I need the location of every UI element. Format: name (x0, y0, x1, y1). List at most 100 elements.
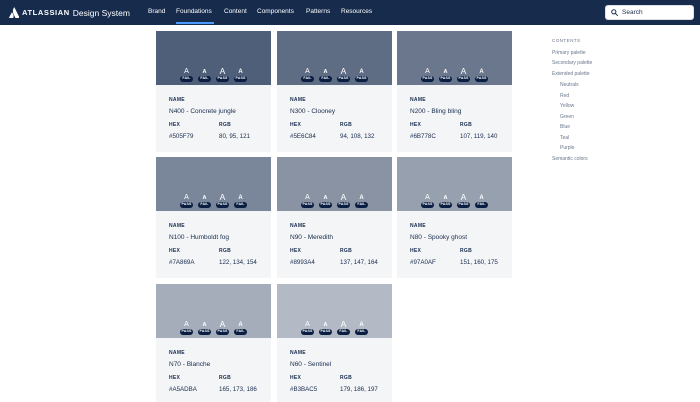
rgb-value: 151, 160, 175 (460, 259, 498, 266)
contrast-badge: PASS (318, 202, 333, 208)
color-card[interactable]: A PASS A PASS A PASS A PASS NAME N200 - Bling bli… (397, 31, 512, 152)
contrast-badge: FAIL (319, 76, 332, 82)
name-label: NAME (169, 223, 185, 229)
contrast-sample: A PASS (215, 193, 231, 208)
contrast-sample: A PASS (438, 67, 454, 82)
contrast-glyph: A (340, 318, 347, 329)
rgb-value: 94, 108, 132 (340, 133, 375, 140)
hex-label: HEX (169, 122, 181, 128)
contrast-sample: A PASS (300, 193, 316, 208)
color-swatch: A PASS A PASS A PASS A FAIL (277, 157, 392, 211)
rgb-value: 107, 119, 140 (460, 133, 498, 140)
contrast-glyph: A (305, 321, 310, 329)
color-card[interactable]: A PASS A PASS A PASS A FAIL NAME N90 - Meredith HE… (277, 157, 392, 278)
contrast-badge: PASS (215, 202, 230, 208)
contrast-sample: A PASS (354, 67, 370, 82)
color-swatch: A FAIL A FAIL A PASS A PASS (156, 31, 271, 85)
color-card[interactable]: A PASS A FAIL A PASS A FAIL NAME N100 - Humboldt … (156, 157, 271, 278)
contrast-badge: FAIL (234, 329, 247, 335)
toc-item-teal[interactable]: Teal (560, 135, 569, 141)
toc-item-purple[interactable]: Purple (560, 145, 574, 151)
toc-item-green[interactable]: Green (560, 114, 574, 120)
nav-item-components[interactable]: Components (257, 8, 294, 15)
contrast-samples: A PASS A PASS A PASS A FAIL (277, 193, 392, 208)
nav-item-foundations[interactable]: Foundations (176, 8, 212, 15)
rgb-label: RGB (219, 122, 232, 128)
contrast-glyph: A (479, 69, 484, 76)
contrast-sample: A PASS (318, 320, 334, 335)
name-label: NAME (169, 350, 185, 356)
toc-heading: CONTENTS (552, 38, 581, 43)
contrast-sample: A PASS (179, 193, 195, 208)
rgb-label: RGB (219, 375, 232, 381)
contrast-badge: PASS (300, 329, 315, 335)
name-label: NAME (410, 223, 426, 229)
contrast-samples: A PASS A PASS A FAIL A FAIL (277, 320, 392, 335)
contrast-glyph: A (359, 69, 364, 76)
color-card[interactable]: A PASS A PASS A PASS A FAIL NAME N80 - Spooky gho… (397, 157, 512, 278)
contrast-badge: PASS (179, 202, 194, 208)
contrast-badge: PASS (336, 76, 351, 82)
contrast-glyph: A (460, 65, 467, 76)
color-swatch: A PASS A PASS A PASS A FAIL (156, 284, 271, 338)
nav-item-patterns[interactable]: Patterns (306, 8, 330, 15)
toc-item-secondary-palette[interactable]: Secondary palette (552, 60, 592, 66)
color-swatch: A PASS A PASS A PASS A FAIL (397, 157, 512, 211)
contrast-glyph: A (219, 318, 226, 329)
nav-item-content[interactable]: Content (224, 8, 247, 15)
color-swatch: A PASS A PASS A FAIL A FAIL (277, 284, 392, 338)
hex-label: HEX (290, 248, 302, 254)
nav-item-resources[interactable]: Resources (341, 8, 372, 15)
color-name: N80 - Spooky ghost (410, 234, 468, 241)
contrast-badge: PASS (456, 76, 471, 82)
toc-item-extended-palette[interactable]: Extended palette (552, 71, 590, 77)
contrast-glyph: A (323, 68, 328, 75)
contrast-glyph: A (425, 194, 430, 202)
toc-item-blue[interactable]: Blue (560, 124, 570, 130)
contrast-sample: A PASS (233, 67, 249, 82)
color-name: N400 - Concrete jungle (169, 108, 236, 115)
contrast-sample: A PASS (336, 67, 352, 82)
contrast-glyph: A (305, 68, 310, 76)
nav-item-brand[interactable]: Brand (148, 8, 165, 15)
contrast-glyph: A (202, 194, 207, 201)
toc-item-primary-palette[interactable]: Primary palette (552, 50, 586, 56)
color-name: N60 - Sentinel (290, 361, 332, 368)
color-card[interactable]: A PASS A PASS A FAIL A FAIL NAME N60 - Sentinel HE… (277, 284, 392, 402)
contrast-sample: A FAIL (318, 67, 334, 82)
contrast-sample: A PASS (336, 193, 352, 208)
color-swatch: A FAIL A FAIL A PASS A PASS (277, 31, 392, 85)
contrast-glyph: A (202, 321, 207, 328)
color-card[interactable]: A PASS A PASS A PASS A FAIL NAME N70 - Blanche HEX… (156, 284, 271, 402)
contrast-sample: A FAIL (197, 193, 213, 208)
toc-item-neutrals[interactable]: Neutrals (560, 82, 579, 88)
contrast-glyph: A (323, 194, 328, 201)
color-name: N300 - Clooney (290, 108, 336, 115)
search-label: Search (622, 9, 643, 16)
rgb-label: RGB (340, 248, 353, 254)
contrast-sample: A PASS (420, 193, 436, 208)
contrast-sample: A FAIL (354, 320, 370, 335)
color-card[interactable]: A FAIL A FAIL A PASS A PASS NAME N300 - Clooney HE… (277, 31, 392, 152)
color-card[interactable]: A FAIL A FAIL A PASS A PASS NAME N400 - Concrete … (156, 31, 271, 152)
search-input[interactable]: Search (605, 5, 694, 20)
rgb-value: 80, 95, 121 (219, 133, 250, 140)
contrast-badge: PASS (420, 202, 435, 208)
toc-item-red[interactable]: Red (560, 93, 569, 99)
contrast-sample: A FAIL (300, 67, 316, 82)
color-name: N100 - Humboldt fog (169, 234, 229, 241)
contrast-glyph: A (202, 68, 207, 75)
contrast-glyph: A (340, 65, 347, 76)
contrast-glyph: A (219, 191, 226, 202)
rgb-value: 179, 186, 197 (340, 386, 378, 393)
contrast-sample: A PASS (215, 320, 231, 335)
toc-item-yellow[interactable]: Yellow (560, 103, 574, 109)
toc-item-semantic-colors[interactable]: Semantic colors (552, 156, 588, 162)
contrast-sample: A FAIL (336, 320, 352, 335)
contrast-badge: PASS (474, 76, 489, 82)
contrast-glyph: A (305, 194, 310, 202)
rgb-value: 122, 134, 154 (219, 259, 257, 266)
contrast-glyph: A (443, 68, 448, 75)
brand-logo[interactable]: ATLASSIAN Design System (9, 6, 130, 19)
contrast-badge: FAIL (355, 329, 368, 335)
